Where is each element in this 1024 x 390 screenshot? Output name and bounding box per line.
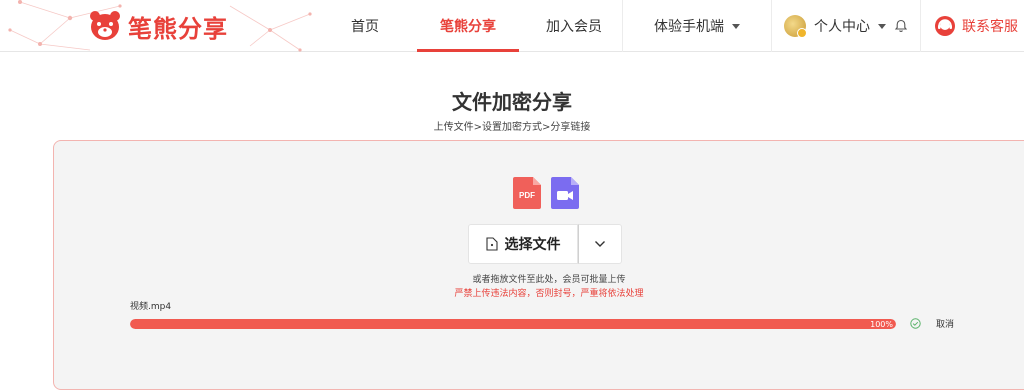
brand-name: 笔熊分享 xyxy=(128,14,228,43)
nav-service[interactable]: 联系客服 xyxy=(921,0,1024,52)
caret-down-icon xyxy=(732,23,740,29)
nav-home[interactable]: 首页 xyxy=(320,0,410,52)
nav-mobile[interactable]: 体验手机端 xyxy=(623,0,771,52)
choose-file-group: 选择文件 xyxy=(468,224,622,264)
pdf-icon: PDF xyxy=(513,177,541,209)
brand-logo[interactable]: 笔熊分享 xyxy=(88,6,228,46)
choose-file-button[interactable]: 选择文件 xyxy=(468,224,578,264)
chevron-down-icon xyxy=(595,241,605,247)
progress-percent: 100% xyxy=(870,319,893,329)
progress-fill: 100% xyxy=(130,319,896,329)
nav-user-label: 个人中心 xyxy=(814,19,870,35)
bear-logo-icon xyxy=(90,11,120,40)
caret-down-icon xyxy=(878,23,886,29)
file-icon xyxy=(485,237,498,251)
nav-user-center[interactable]: 个人中心 xyxy=(772,0,920,52)
upload-warning: 严禁上传违法内容，否则封号，严重将依法处理 xyxy=(454,289,644,299)
bell-icon[interactable] xyxy=(894,19,908,33)
choose-source-dropdown[interactable] xyxy=(578,224,622,264)
page-title: 文件加密分享 xyxy=(452,90,572,114)
avatar xyxy=(784,15,807,38)
choose-file-label: 选择文件 xyxy=(504,237,561,253)
drag-drop-hint: 或者拖放文件至此处，会员可批量上传 xyxy=(472,275,626,285)
customer-service-icon xyxy=(935,16,955,36)
check-circle-icon xyxy=(910,318,921,329)
uploaded-file-name: 视频.mp4 xyxy=(130,302,172,312)
video-icon xyxy=(551,177,579,209)
upload-progress-bar: 100% xyxy=(130,319,896,329)
nav-vip[interactable]: 加入会员 xyxy=(526,0,622,52)
main-nav: 首页 笔熊分享 加入会员 体验手机端 个人中心 联系客服 xyxy=(320,0,1024,52)
top-header: 笔熊分享 首页 笔熊分享 加入会员 体验手机端 个人中心 联系客服 xyxy=(0,0,1024,52)
cancel-upload-button[interactable]: 取消 xyxy=(936,317,954,330)
file-type-icons: PDF xyxy=(513,177,579,209)
upload-dropzone[interactable]: PDF 选择文件 或者拖放文件至此处，会员可批量上传 严禁上传违法内容，否则封号… xyxy=(53,140,1024,390)
nav-service-label: 联系客服 xyxy=(962,19,1018,35)
nav-mobile-label: 体验手机端 xyxy=(654,19,724,35)
step-breadcrumb: 上传文件>设置加密方式>分享链接 xyxy=(433,122,591,133)
nav-share[interactable]: 笔熊分享 xyxy=(410,0,526,52)
svg-text:PDF: PDF xyxy=(519,191,535,200)
